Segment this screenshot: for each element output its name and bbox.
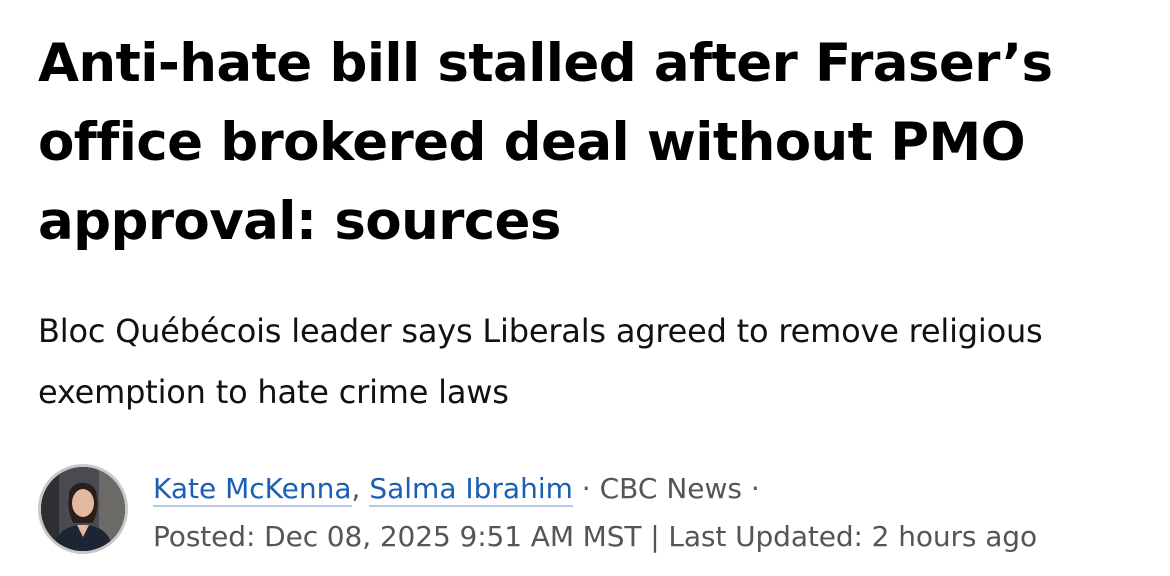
author-avatar[interactable] [38,464,128,554]
author-link-salma-ibrahim[interactable]: Salma Ibrahim [369,472,573,507]
publish-timestamp: Posted: Dec 08, 2025 9:51 AM MST | Last … [153,520,1037,553]
author-photo-icon [41,467,125,551]
subheadline: Bloc Québécois leader says Liberals agre… [38,312,1043,411]
headline: Anti-hate bill stalled after Fraser’s of… [38,33,1053,252]
article-header: Anti-hate bill stalled after Fraser’s of… [0,0,1170,576]
byline-authors-line: Kate McKenna, Salma Ibrahim · CBC News · [153,470,1037,508]
source-separator: · [572,472,600,505]
news-source: CBC News [599,472,742,505]
byline: Kate McKenna, Salma Ibrahim · CBC News ·… [38,462,1158,562]
trailing-separator: · [741,472,760,505]
byline-text: Kate McKenna, Salma Ibrahim · CBC News ·… [153,470,1037,556]
author-separator: , [351,472,370,505]
author-link-kate-mckenna[interactable]: Kate McKenna [153,472,352,507]
